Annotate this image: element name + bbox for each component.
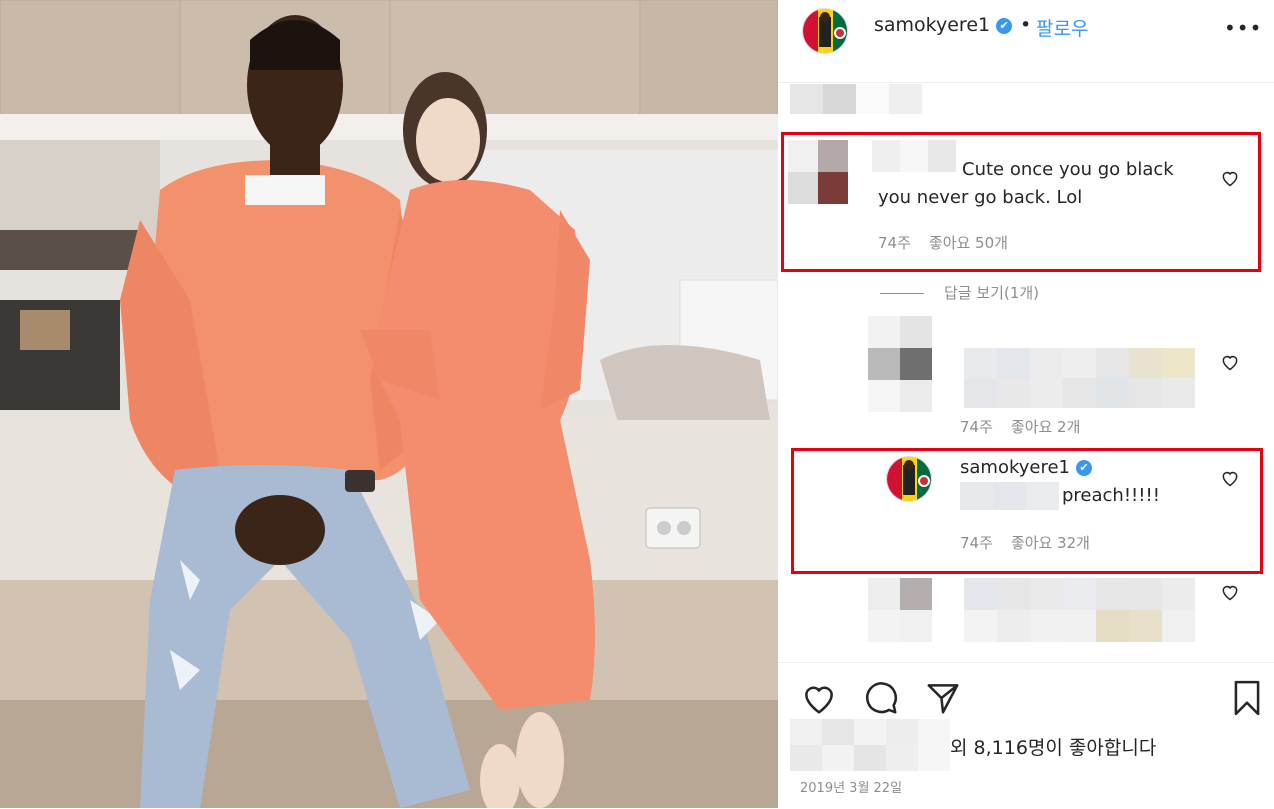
comment-icon[interactable] xyxy=(862,679,900,717)
likes-count[interactable]: 외 8,116명이 좋아합니다 xyxy=(950,733,1156,760)
comment-likes-2[interactable]: 좋아요 2개 xyxy=(1011,418,1081,436)
pixelated-caption xyxy=(790,84,922,114)
separator-dot: • xyxy=(1020,14,1032,36)
follow-button[interactable]: 팔로우 xyxy=(1036,14,1088,41)
post-username[interactable]: samokyere1 ✔ xyxy=(874,14,1013,36)
comment-text-line1: Cute once you go black xyxy=(962,159,1174,180)
share-icon[interactable] xyxy=(924,679,962,717)
view-replies[interactable]: 답글 보기(1개) xyxy=(880,282,1039,303)
reply-time[interactable]: 74주 xyxy=(960,534,993,552)
avatar-image xyxy=(803,9,847,53)
pixelated-comment-2 xyxy=(964,578,1195,642)
pixelated-comment xyxy=(964,348,1195,408)
reply-avatar-image xyxy=(887,457,931,501)
reply-username[interactable]: samokyere1 ✔ xyxy=(960,457,1092,478)
post-date[interactable]: 2019년 3월 22일 xyxy=(800,777,902,796)
comment-time[interactable]: 74주 xyxy=(878,234,911,252)
reply-avatar[interactable] xyxy=(886,456,932,502)
reply-likes[interactable]: 좋아요 32개 xyxy=(1011,534,1090,552)
comment-heart-icon-2[interactable] xyxy=(1220,352,1240,372)
reply-meta: 74주 좋아요 32개 xyxy=(960,532,1108,553)
photo-illustration xyxy=(0,0,778,808)
post-sidebar: samokyere1 ✔ • 팔로우 ••• Cute once you go b… xyxy=(778,0,1274,808)
pixelated-likers xyxy=(790,719,950,771)
post-header: samokyere1 ✔ • 팔로우 ••• xyxy=(778,0,1274,83)
comment-heart-icon[interactable] xyxy=(1220,168,1240,188)
reply-heart-icon[interactable] xyxy=(1220,468,1240,488)
comment-time-2[interactable]: 74주 xyxy=(960,418,993,436)
post-actions: 외 8,116명이 좋아합니다 2019년 3월 22일 xyxy=(778,662,1274,809)
comment-heart-icon-3[interactable] xyxy=(1220,582,1240,602)
reply-text: preach!!!!! xyxy=(1062,485,1160,506)
comment-meta-2: 74주 좋아요 2개 xyxy=(960,416,1098,437)
comment-likes[interactable]: 좋아요 50개 xyxy=(929,234,1008,252)
verified-icon: ✔ xyxy=(996,17,1013,34)
comment-meta: 74주 좋아요 50개 xyxy=(878,232,1026,253)
pixelated-avatar xyxy=(788,140,848,204)
pixelated-mention xyxy=(960,482,1059,510)
view-replies-label[interactable]: 답글 보기(1개) xyxy=(944,284,1039,302)
username-text[interactable]: samokyere1 xyxy=(874,14,990,36)
reply-username-text[interactable]: samokyere1 xyxy=(960,457,1070,478)
avatar[interactable] xyxy=(802,8,848,54)
bookmark-icon[interactable] xyxy=(1228,679,1266,717)
more-icon[interactable]: ••• xyxy=(1224,16,1262,40)
pixelated-avatar-2 xyxy=(868,316,932,412)
replies-divider xyxy=(880,293,924,294)
like-heart-icon[interactable] xyxy=(800,679,838,717)
pixelated-avatar-3 xyxy=(868,578,932,642)
pixelated-username xyxy=(872,140,956,172)
verified-icon-2: ✔ xyxy=(1076,460,1092,476)
post-photo[interactable] xyxy=(0,0,778,808)
comment-text-line2: you never go back. Lol xyxy=(878,187,1083,208)
